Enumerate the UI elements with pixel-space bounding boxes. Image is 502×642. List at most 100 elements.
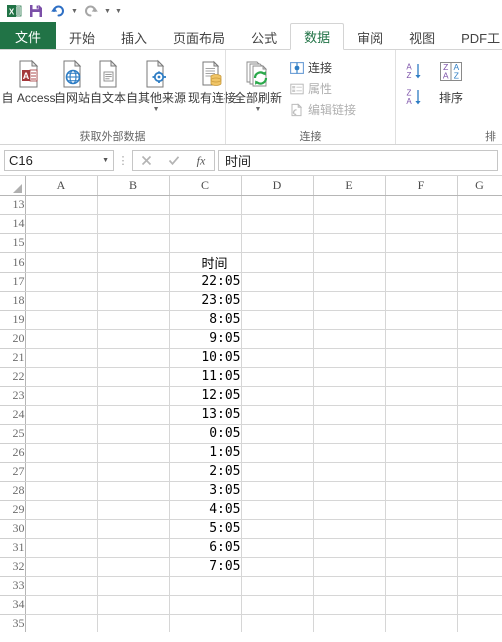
cell-F13[interactable]: [385, 195, 458, 215]
cell-C13[interactable]: [169, 195, 242, 215]
cell-A32[interactable]: [25, 557, 98, 577]
cell-C19[interactable]: 8:05: [169, 310, 242, 330]
cell-C24[interactable]: 13:05: [169, 405, 242, 425]
cell-B23[interactable]: [97, 386, 170, 406]
cell-C31[interactable]: 6:05: [169, 538, 242, 558]
tab-review[interactable]: 审阅: [344, 24, 396, 50]
cell-C33[interactable]: [169, 576, 242, 596]
cell-F28[interactable]: [385, 481, 458, 501]
cell-C27[interactable]: 2:05: [169, 462, 242, 482]
cell-E13[interactable]: [313, 195, 386, 215]
cell-A26[interactable]: [25, 443, 98, 463]
cell-A29[interactable]: [25, 500, 98, 520]
cell-D20[interactable]: [241, 329, 314, 349]
cell-B33[interactable]: [97, 576, 170, 596]
cell-G27[interactable]: [457, 462, 502, 482]
cell-F26[interactable]: [385, 443, 458, 463]
column-header-d[interactable]: D: [241, 176, 314, 196]
row-header-34[interactable]: 34: [0, 595, 26, 615]
cell-D27[interactable]: [241, 462, 314, 482]
tab-data[interactable]: 数据: [290, 23, 345, 50]
cell-G30[interactable]: [457, 519, 502, 539]
cell-D31[interactable]: [241, 538, 314, 558]
cell-D29[interactable]: [241, 500, 314, 520]
cell-F34[interactable]: [385, 595, 458, 615]
cell-E23[interactable]: [313, 386, 386, 406]
cell-E32[interactable]: [313, 557, 386, 577]
from-web-button[interactable]: 自网站: [54, 54, 90, 105]
row-header-26[interactable]: 26: [0, 443, 26, 463]
cell-D17[interactable]: [241, 272, 314, 292]
cell-E34[interactable]: [313, 595, 386, 615]
row-header-33[interactable]: 33: [0, 576, 26, 596]
cell-E21[interactable]: [313, 348, 386, 368]
cell-A14[interactable]: [25, 214, 98, 234]
cell-B25[interactable]: [97, 424, 170, 444]
cell-F24[interactable]: [385, 405, 458, 425]
cell-D23[interactable]: [241, 386, 314, 406]
cell-D24[interactable]: [241, 405, 314, 425]
cell-A16[interactable]: [25, 252, 98, 273]
undo-dropdown-icon[interactable]: ▼: [70, 1, 79, 21]
row-header-25[interactable]: 25: [0, 424, 26, 444]
cell-E19[interactable]: [313, 310, 386, 330]
cell-B21[interactable]: [97, 348, 170, 368]
sort-a-to-z-button[interactable]: A Z: [403, 60, 425, 82]
cell-B35[interactable]: [97, 614, 170, 632]
cell-B34[interactable]: [97, 595, 170, 615]
cell-E30[interactable]: [313, 519, 386, 539]
cell-C30[interactable]: 5:05: [169, 519, 242, 539]
cell-G32[interactable]: [457, 557, 502, 577]
cell-C23[interactable]: 12:05: [169, 386, 242, 406]
cell-C25[interactable]: 0:05: [169, 424, 242, 444]
cell-F14[interactable]: [385, 214, 458, 234]
cell-B14[interactable]: [97, 214, 170, 234]
cell-A13[interactable]: [25, 195, 98, 215]
cell-B13[interactable]: [97, 195, 170, 215]
cell-A27[interactable]: [25, 462, 98, 482]
cell-D22[interactable]: [241, 367, 314, 387]
cell-B15[interactable]: [97, 233, 170, 253]
cell-A34[interactable]: [25, 595, 98, 615]
tab-formulas[interactable]: 公式: [238, 24, 290, 50]
formula-input[interactable]: 时间: [218, 149, 498, 171]
cell-E24[interactable]: [313, 405, 386, 425]
cell-G35[interactable]: [457, 614, 502, 632]
cell-F25[interactable]: [385, 424, 458, 444]
cell-D34[interactable]: [241, 595, 314, 615]
row-header-20[interactable]: 20: [0, 329, 26, 349]
cell-F32[interactable]: [385, 557, 458, 577]
from-other-sources-button[interactable]: 自其他来源 ▼: [126, 54, 186, 113]
cell-D26[interactable]: [241, 443, 314, 463]
tab-page-layout[interactable]: 页面布局: [160, 24, 238, 50]
cell-E16[interactable]: [313, 252, 386, 273]
cell-D28[interactable]: [241, 481, 314, 501]
cell-D30[interactable]: [241, 519, 314, 539]
select-all-button[interactable]: [0, 176, 26, 196]
sort-dialog-button[interactable]: Z A A Z 排序: [427, 54, 475, 105]
cell-E18[interactable]: [313, 291, 386, 311]
redo-dropdown-icon[interactable]: ▼: [103, 1, 112, 21]
cell-F27[interactable]: [385, 462, 458, 482]
cell-C34[interactable]: [169, 595, 242, 615]
cell-G21[interactable]: [457, 348, 502, 368]
from-text-button[interactable]: 自文本: [90, 54, 126, 105]
row-header-35[interactable]: 35: [0, 614, 26, 632]
cell-A31[interactable]: [25, 538, 98, 558]
row-header-14[interactable]: 14: [0, 214, 26, 234]
cell-G13[interactable]: [457, 195, 502, 215]
cell-E26[interactable]: [313, 443, 386, 463]
cell-A25[interactable]: [25, 424, 98, 444]
cell-F20[interactable]: [385, 329, 458, 349]
cell-F19[interactable]: [385, 310, 458, 330]
cell-F22[interactable]: [385, 367, 458, 387]
cell-B31[interactable]: [97, 538, 170, 558]
cell-D18[interactable]: [241, 291, 314, 311]
cell-F30[interactable]: [385, 519, 458, 539]
cell-D14[interactable]: [241, 214, 314, 234]
cell-C22[interactable]: 11:05: [169, 367, 242, 387]
tab-insert[interactable]: 插入: [108, 24, 160, 50]
cell-F21[interactable]: [385, 348, 458, 368]
cell-E31[interactable]: [313, 538, 386, 558]
cell-A33[interactable]: [25, 576, 98, 596]
